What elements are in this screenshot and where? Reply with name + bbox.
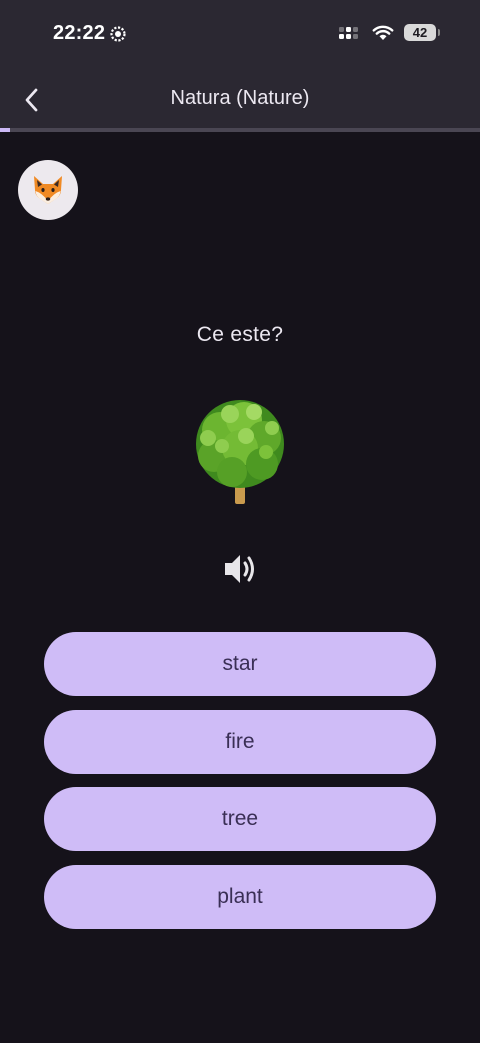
answer-option-fire[interactable]: fire (44, 709, 436, 774)
answer-options: star fire tree plant (44, 632, 436, 942)
answer-option-plant[interactable]: plant (44, 864, 436, 929)
page-title: Natura (Nature) (170, 87, 310, 109)
quiz-screen: 22:22 42 Natura (Nature) Ce este? star f… (0, 0, 480, 1043)
fox-icon (34, 176, 62, 204)
answer-option-tree[interactable]: tree (44, 787, 436, 851)
speaker-icon (225, 555, 254, 583)
battery-tip (438, 29, 440, 36)
status-time: 22:22 (53, 22, 106, 44)
status-indicators: 42 (338, 24, 440, 41)
answer-option-star[interactable]: star (44, 632, 436, 696)
wifi-icon (372, 25, 394, 40)
nav-header: Natura (Nature) (0, 70, 480, 128)
question-prompt: Ce este? (196, 323, 284, 346)
signal-icon (339, 26, 358, 39)
status-bar: 22:22 42 (0, 0, 480, 70)
battery-icon: 42 (404, 24, 440, 41)
top-bar: 22:22 42 Natura (Nature) (0, 0, 480, 131)
lesson-progress-bar (0, 128, 480, 132)
play-audio-button[interactable] (218, 549, 262, 589)
focus-mode-icon (110, 25, 126, 42)
lesson-progress-fill (0, 128, 10, 132)
status-time-group: 22:22 (53, 22, 127, 45)
avatar (18, 160, 78, 220)
battery-level: 42 (412, 25, 428, 40)
tree-icon (196, 400, 284, 504)
